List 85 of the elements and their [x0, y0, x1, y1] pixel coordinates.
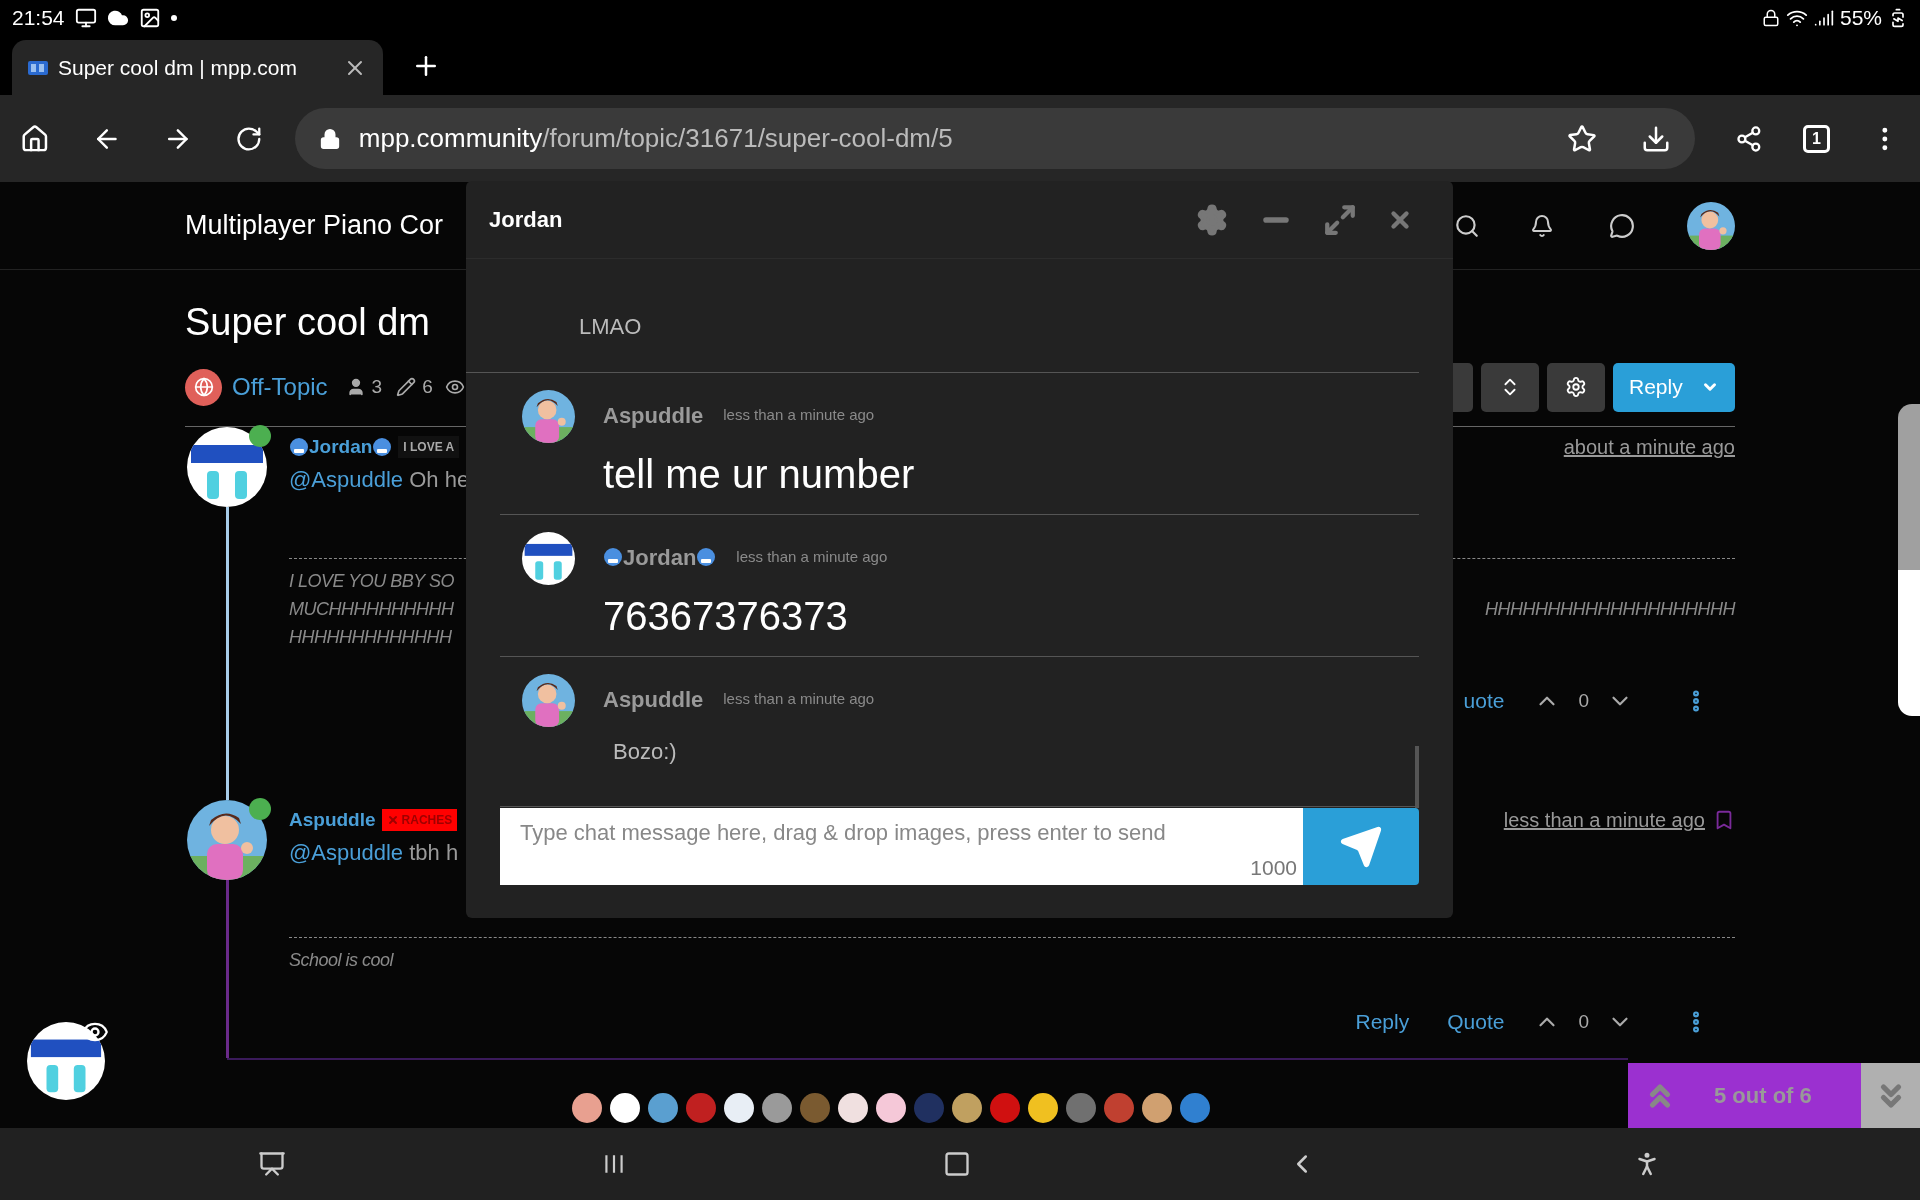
pagination-label: 5 out of 6	[1714, 1082, 1812, 1110]
site-title[interactable]: Multiplayer Piano Cor	[185, 205, 444, 246]
category-badge[interactable]	[185, 368, 222, 406]
avatar	[522, 674, 575, 727]
participant-avatar[interactable]	[1142, 1093, 1172, 1123]
mention-link[interactable]: @Aspuddle	[289, 840, 404, 865]
browser-tab[interactable]: Super cool dm | mpp.com	[12, 40, 383, 95]
participant-avatar[interactable]	[572, 1093, 602, 1123]
category-link[interactable]: Off-Topic	[232, 369, 328, 405]
address-bar[interactable]: mpp.community/forum/topic/31671/super-cool-dm/5	[294, 108, 1695, 169]
home-icon[interactable]	[20, 123, 50, 154]
chats-icon[interactable]	[1609, 212, 1635, 239]
posts-icon	[396, 377, 417, 397]
participant-avatar[interactable]	[610, 1093, 640, 1123]
home-button-icon[interactable]	[943, 1150, 971, 1178]
posters-count: 3	[371, 374, 383, 399]
url-text: mpp.community/forum/topic/31671/super-cool-dm/5	[358, 122, 953, 155]
edge-panel-handle[interactable]	[1898, 404, 1920, 716]
post-time[interactable]: less than a minute ago	[1503, 805, 1705, 835]
message-time: less than a minute ago	[736, 546, 888, 567]
chat-title: Jordan	[489, 206, 563, 234]
chat-message-text: tell me ur number	[603, 451, 915, 498]
vote-count: 0	[1578, 1009, 1589, 1034]
quote-text: School is cool	[289, 949, 394, 972]
user-badge: I LOVE A	[398, 436, 460, 458]
avatar	[1687, 201, 1735, 250]
post-action-link[interactable]: Reply	[1355, 1006, 1410, 1038]
lock-icon	[1761, 8, 1780, 27]
participant-avatar[interactable]	[952, 1093, 982, 1123]
participant-avatar[interactable]	[1028, 1093, 1058, 1123]
settings-button[interactable]	[1547, 362, 1605, 412]
chat-message-text: Bozo:)	[613, 738, 678, 766]
search-icon[interactable]	[1454, 212, 1480, 239]
quote-text: HHHHHHHHHHHHHHHHHHHH	[1485, 598, 1735, 621]
author-name[interactable]: Aspuddle	[289, 805, 376, 835]
tab-count-button[interactable]: 1	[1802, 124, 1831, 153]
character-counter: 1000	[1250, 854, 1297, 881]
quote-text: I LOVE YOU BBY SO	[289, 570, 454, 593]
send-button[interactable]	[1303, 808, 1419, 885]
tab-title: Super cool dm | mpp.com	[58, 54, 298, 81]
settings-icon[interactable]	[1195, 202, 1229, 237]
views-icon	[444, 377, 465, 397]
posts-count: 6	[422, 374, 433, 399]
desktop-mode-icon[interactable]	[257, 1150, 286, 1178]
bookmark-star-icon[interactable]	[1566, 123, 1597, 154]
expand-icon[interactable]	[1323, 202, 1357, 237]
post-action-link[interactable]: uote	[1463, 685, 1505, 717]
participant-avatar[interactable]	[724, 1093, 754, 1123]
chat-scrollbar[interactable]	[1415, 746, 1419, 808]
author-name[interactable]: Aspuddle	[603, 682, 704, 716]
quote-text: HHHHHHHHHHHHH	[289, 626, 452, 649]
vote-count: 0	[1578, 688, 1589, 713]
author-name[interactable]: Jordan	[309, 432, 373, 462]
monitor-icon	[74, 6, 97, 29]
topic-title: Super cool dm	[185, 300, 430, 345]
cross-icon	[386, 814, 399, 826]
favicon-icon	[28, 60, 48, 75]
chat-message-text: 76367376373	[603, 593, 849, 640]
participant-avatar[interactable]	[876, 1093, 906, 1123]
sort-button[interactable]	[1481, 362, 1539, 412]
battery-percent: 55%	[1839, 4, 1882, 31]
avatar	[522, 532, 575, 585]
reload-icon[interactable]	[235, 124, 263, 153]
author-name[interactable]: Aspuddle	[603, 398, 704, 432]
settings-icon	[1565, 376, 1587, 398]
author-name[interactable]: Jordan	[623, 540, 697, 574]
user-badge: RACHES	[381, 809, 458, 831]
image-icon	[138, 6, 161, 29]
avatar	[522, 390, 575, 443]
participant-avatar[interactable]	[762, 1093, 792, 1123]
participant-avatar[interactable]	[838, 1093, 868, 1123]
post-action-link[interactable]: Quote	[1447, 1006, 1505, 1038]
message-time: less than a minute ago	[723, 688, 875, 709]
lock-icon	[318, 127, 341, 150]
post-time[interactable]: about a minute ago	[1563, 432, 1735, 462]
clock-time: 21:54	[12, 4, 65, 31]
send-icon	[1339, 824, 1383, 869]
quote-text: MUCHHHHHHHHHH	[289, 598, 454, 621]
chat-message-text: LMAO	[579, 313, 643, 341]
mention-link[interactable]: @Aspuddle	[289, 467, 404, 492]
participant-avatar[interactable]	[648, 1093, 678, 1123]
message-time: less than a minute ago	[723, 404, 875, 425]
notifications-icon[interactable]	[1530, 213, 1554, 238]
share-icon[interactable]	[1734, 124, 1763, 153]
post-text: @Aspuddle tbh h	[289, 839, 460, 867]
